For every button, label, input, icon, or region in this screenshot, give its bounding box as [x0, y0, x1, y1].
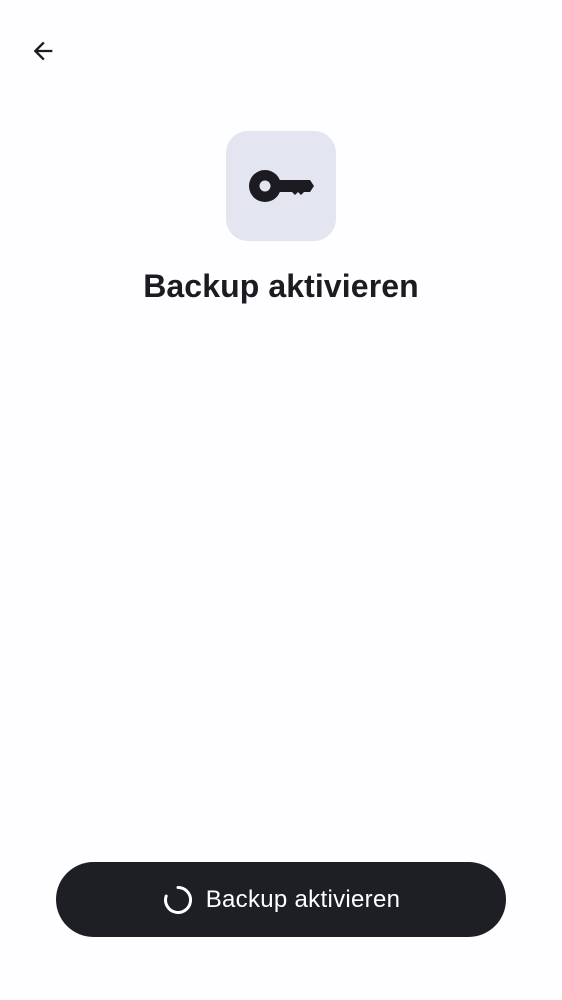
spinner-icon — [162, 884, 194, 916]
activate-backup-button-label: Backup aktivieren — [205, 885, 401, 913]
key-icon — [249, 170, 314, 202]
backup-screen: Backup aktivieren Backup aktivieren — [0, 0, 562, 1000]
page-title: Backup aktivieren — [143, 268, 419, 304]
arrow-left-icon — [33, 41, 53, 61]
activate-backup-button[interactable]: Backup aktivieren — [56, 862, 506, 937]
key-icon-tile — [226, 131, 336, 241]
back-button[interactable] — [20, 28, 66, 74]
